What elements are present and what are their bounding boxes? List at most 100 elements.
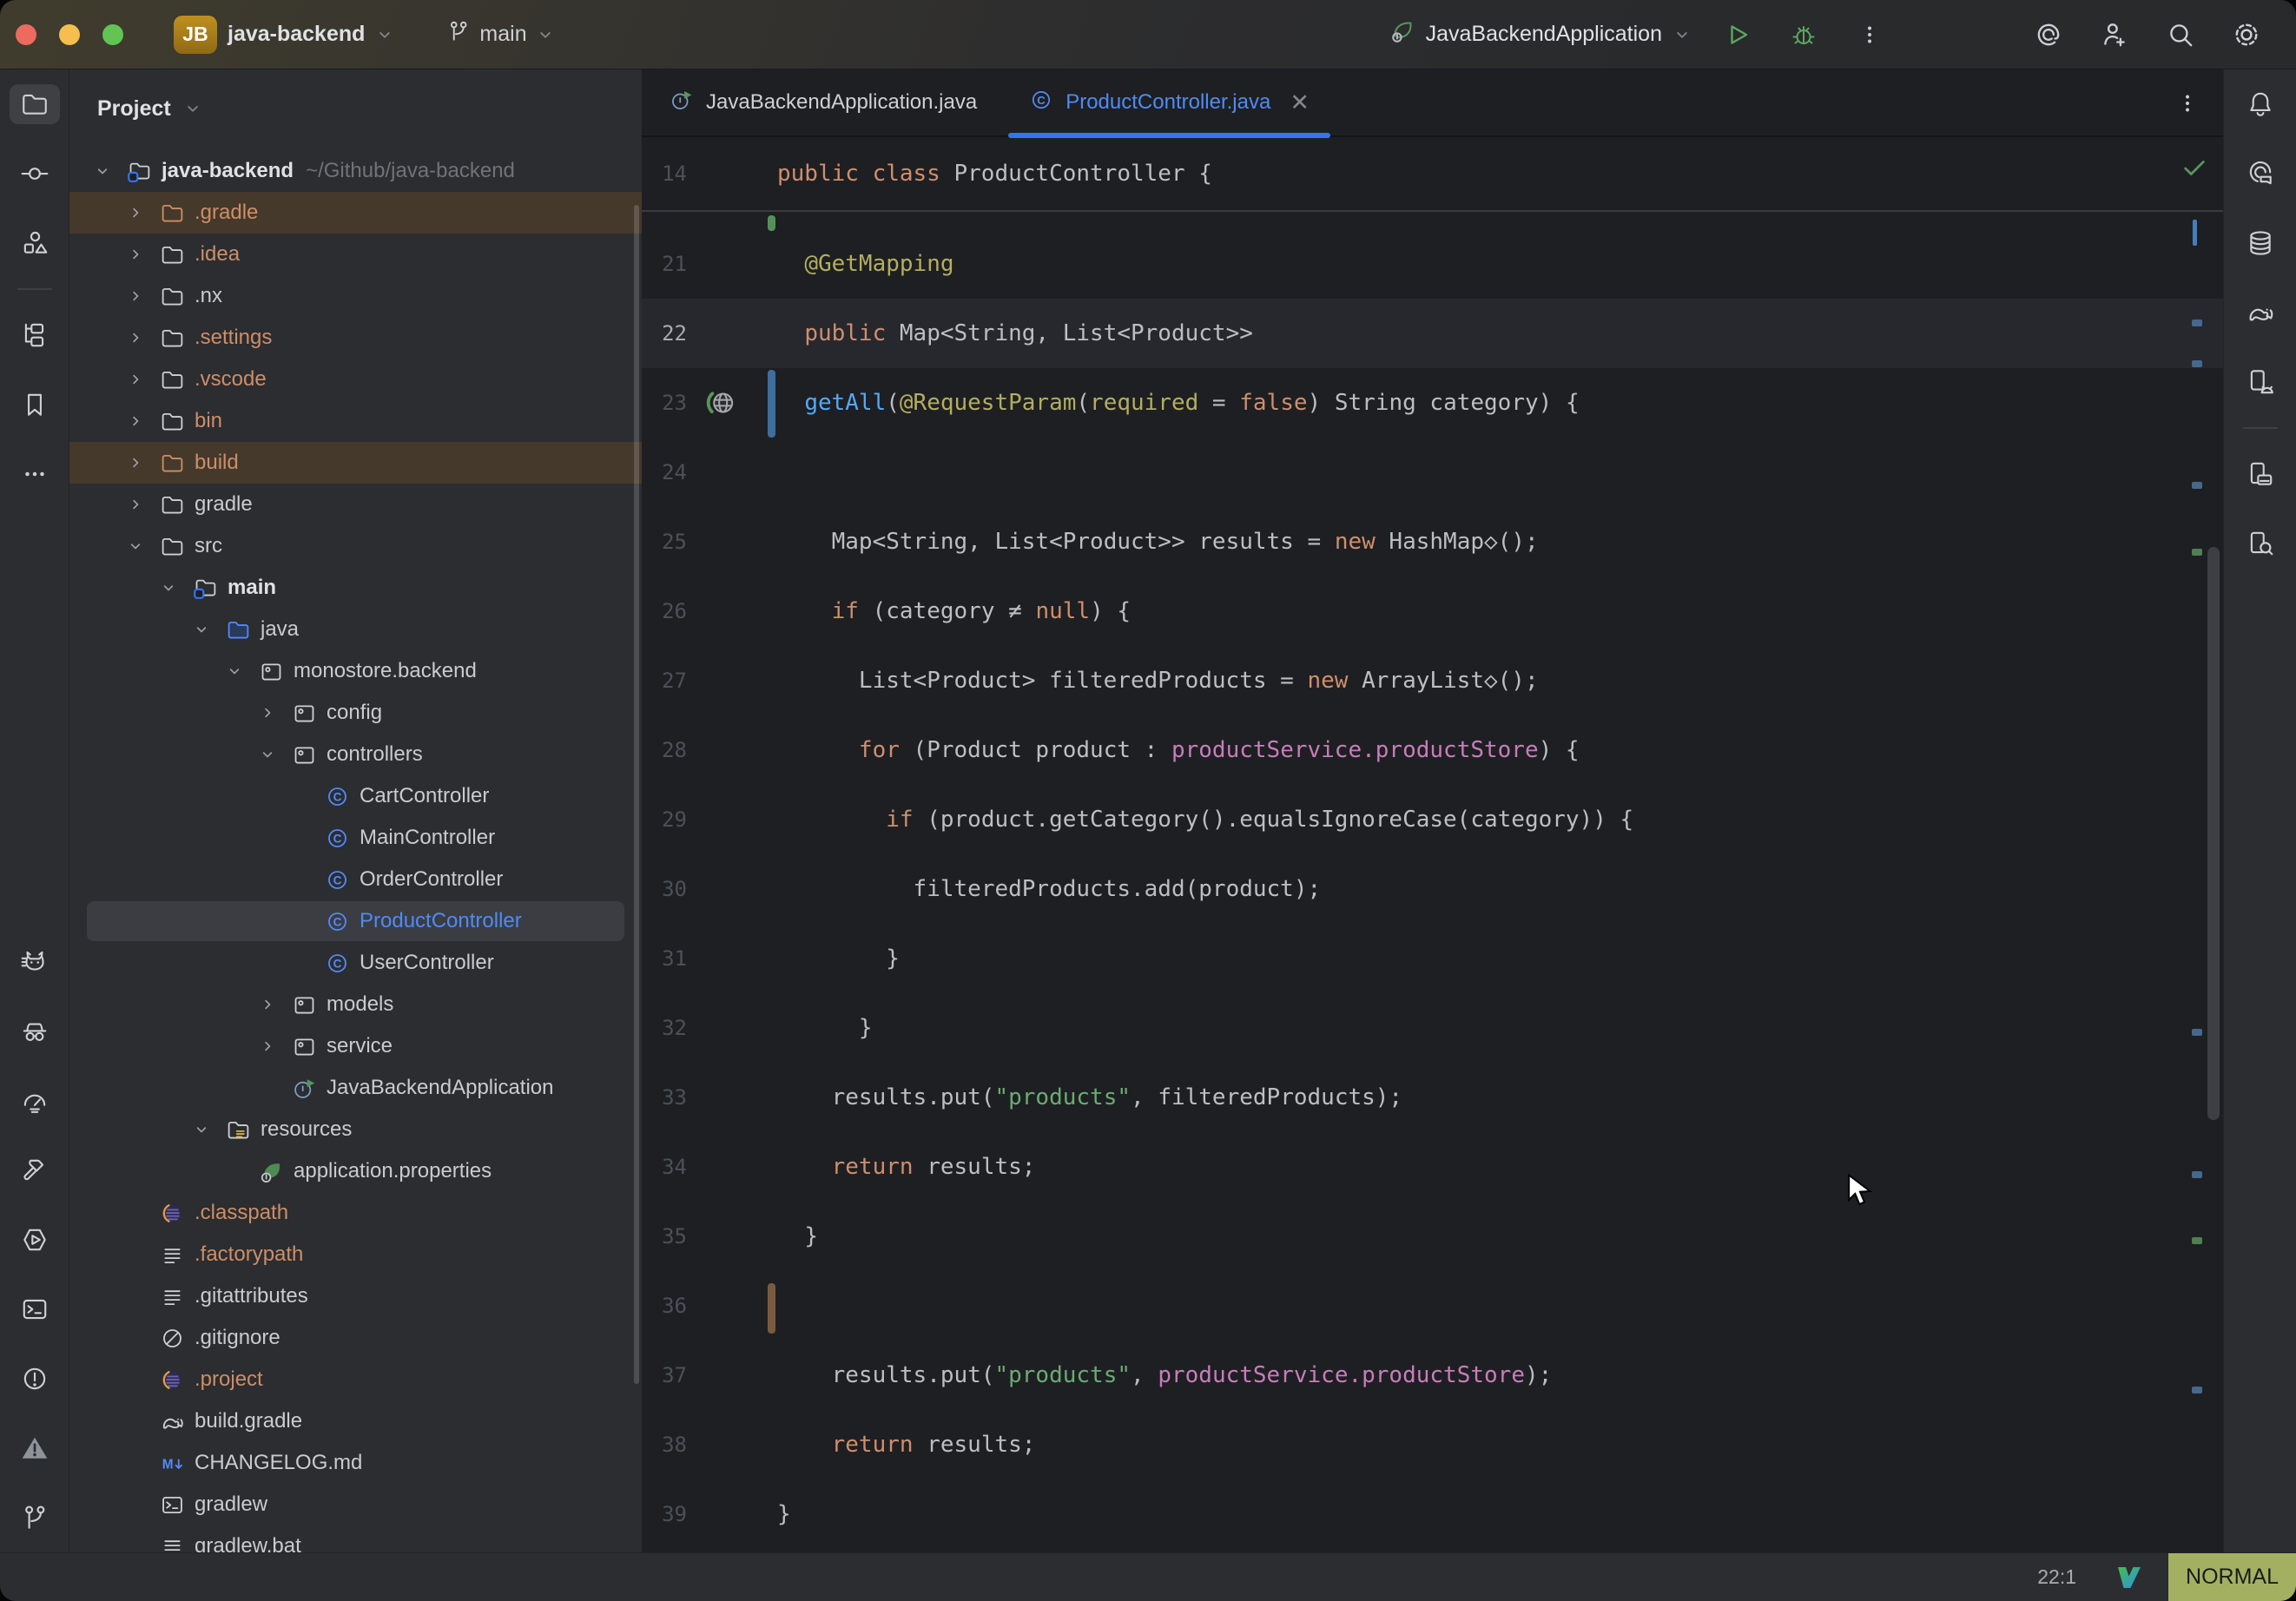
chevron-right-icon[interactable] — [113, 329, 158, 346]
chevron-down-icon[interactable] — [113, 537, 158, 555]
code-line-32[interactable]: 32 } — [642, 993, 2223, 1063]
more-actions-button[interactable] — [1850, 15, 1890, 55]
tree-item-main[interactable]: main — [69, 567, 642, 609]
code-line-26[interactable]: 26 if (category ≠ null) { — [642, 576, 2223, 646]
code-line-38[interactable]: 38 return results; — [642, 1410, 2223, 1479]
endpoint-globe-icon[interactable] — [696, 387, 748, 418]
chevron-right-icon[interactable] — [113, 412, 158, 430]
tree-item-gradlew[interactable]: gradlew — [69, 1484, 642, 1525]
ai-assistant-tool-button[interactable] — [2224, 139, 2296, 208]
services-tool-button[interactable] — [0, 1205, 69, 1275]
chevron-right-icon[interactable] — [113, 246, 158, 263]
run-configuration-selector[interactable]: JavaBackendApplication — [1389, 18, 1692, 50]
line-number[interactable]: 24 — [642, 460, 696, 484]
branch-widget[interactable]: main — [446, 19, 554, 49]
bookmarks-tool-button[interactable] — [0, 370, 69, 439]
tree-item-gradle[interactable]: gradle — [69, 484, 642, 525]
tree-item-java[interactable]: java — [69, 609, 642, 650]
more-tools-button[interactable] — [0, 439, 69, 509]
device-explorer-tool-button[interactable] — [2224, 509, 2296, 578]
line-number[interactable]: 28 — [642, 738, 696, 762]
chevron-right-icon[interactable] — [113, 454, 158, 471]
line-number[interactable]: 37 — [642, 1363, 696, 1387]
line-number[interactable]: 14 — [642, 161, 696, 186]
tree-item-controllers[interactable]: controllers — [69, 734, 642, 775]
tree-item-service[interactable]: service — [69, 1025, 642, 1067]
caret-position[interactable]: 22:1 — [2037, 1565, 2076, 1589]
line-number[interactable]: 31 — [642, 946, 696, 971]
chevron-down-icon[interactable] — [179, 1121, 224, 1138]
project-panel-header[interactable]: Project — [69, 69, 642, 148]
line-number[interactable]: 22 — [642, 321, 696, 346]
tree-item-resources[interactable]: resources — [69, 1109, 642, 1150]
tree-item-UserController[interactable]: CUserController — [69, 942, 642, 984]
code-line-29[interactable]: 29 if (product.getCategory().equalsIgnor… — [642, 785, 2223, 854]
tree-item-bin[interactable]: bin — [69, 400, 642, 442]
tree-item-.project[interactable]: .project — [69, 1359, 642, 1400]
tab-ProductController.java[interactable]: CProductController.java✕ — [1005, 69, 1334, 136]
line-number[interactable]: 38 — [642, 1433, 696, 1457]
code-line-35[interactable]: 35 } — [642, 1202, 2223, 1271]
code-line-33[interactable]: 33 results.put("products", filteredProdu… — [642, 1063, 2223, 1132]
tree-item-.gitattributes[interactable]: .gitattributes — [69, 1275, 642, 1317]
tree-item-CHANGELOG.md[interactable]: MCHANGELOG.md — [69, 1442, 642, 1484]
line-number[interactable]: 35 — [642, 1224, 696, 1249]
code-line-21[interactable]: 21 @GetMapping — [642, 229, 2223, 299]
tree-item-application.properties[interactable]: application.properties — [69, 1150, 642, 1192]
line-number[interactable]: 39 — [642, 1502, 696, 1526]
line-number[interactable]: 21 — [642, 252, 696, 276]
tree-item-gradlew.bat[interactable]: gradlew.bat — [69, 1525, 642, 1552]
project-tool-button[interactable] — [0, 69, 69, 139]
tree-item-.vscode[interactable]: .vscode — [69, 359, 642, 400]
search-everywhere-button[interactable] — [2161, 15, 2200, 55]
chevron-right-icon[interactable] — [113, 496, 158, 513]
tree-item-.gradle[interactable]: .gradle — [69, 192, 642, 234]
project-widget[interactable]: JB java-backend — [174, 16, 394, 54]
build-tool-button[interactable] — [0, 1136, 69, 1205]
tree-item-monostore.backend[interactable]: monostore.backend — [69, 650, 642, 692]
line-number[interactable]: 33 — [642, 1085, 696, 1110]
tree-item-.factorypath[interactable]: .factorypath — [69, 1234, 642, 1275]
chevron-down-icon[interactable] — [146, 579, 191, 596]
incognito-tool-button[interactable] — [0, 997, 69, 1066]
code-editor[interactable]: 14public class ProductController { 21 @Ge… — [642, 137, 2223, 1552]
chevron-right-icon[interactable] — [245, 996, 290, 1013]
close-tab-icon[interactable]: ✕ — [1290, 91, 1310, 115]
tree-item-config[interactable]: config — [69, 692, 642, 734]
commit-tool-button[interactable] — [0, 139, 69, 208]
chevron-down-icon[interactable] — [179, 621, 224, 638]
tree-item-MainController[interactable]: CMainController — [69, 817, 642, 859]
structure-tool-button[interactable] — [0, 208, 69, 278]
gradle-tool-button[interactable] — [2224, 278, 2296, 347]
line-number[interactable]: 29 — [642, 807, 696, 832]
tree-item-.nx[interactable]: .nx — [69, 275, 642, 317]
tree-item-src[interactable]: src — [69, 525, 642, 567]
close-window-button[interactable] — [16, 24, 36, 45]
tree-item-ProductController[interactable]: CProductController — [69, 900, 642, 942]
code-line-23[interactable]: 23 getAll(@RequestParam(required = false… — [642, 368, 2223, 438]
tree-item-java-backend[interactable]: java-backend~/Github/java-backend — [69, 150, 642, 192]
chevron-right-icon[interactable] — [113, 287, 158, 305]
tree-item-OrderController[interactable]: COrderController — [69, 859, 642, 900]
chevron-right-icon[interactable] — [245, 704, 290, 721]
tree-item-models[interactable]: models — [69, 984, 642, 1025]
profiler-tool-button[interactable] — [0, 1066, 69, 1136]
code-line-25[interactable]: 25 Map<String, List<Product>> results = … — [642, 507, 2223, 576]
sticky-line-14[interactable]: 14public class ProductController { — [642, 137, 2223, 212]
ideavim-icon[interactable] — [2115, 1564, 2142, 1591]
line-number[interactable]: 26 — [642, 599, 696, 623]
settings-button[interactable] — [2227, 15, 2266, 55]
project-scrollbar[interactable] — [634, 205, 639, 1384]
code-line-28[interactable]: 28 for (Product product : productService… — [642, 715, 2223, 785]
running-devices-tool-button[interactable] — [2224, 439, 2296, 509]
tree-item-.classpath[interactable]: .classpath — [69, 1192, 642, 1234]
debug-button[interactable] — [1784, 15, 1824, 55]
code-line-27[interactable]: 27 List<Product> filteredProducts = new … — [642, 646, 2223, 715]
maximize-window-button[interactable] — [102, 24, 123, 45]
tree-item-build.gradle[interactable]: build.gradle — [69, 1400, 642, 1442]
code-line-36[interactable]: 36 — [642, 1271, 2223, 1341]
tree-item-.idea[interactable]: .idea — [69, 234, 642, 275]
tree-item-JavaBackendApplication[interactable]: JavaBackendApplication — [69, 1067, 642, 1109]
tab-options-icon[interactable] — [2174, 69, 2200, 137]
code-line-24[interactable]: 24 — [642, 438, 2223, 507]
